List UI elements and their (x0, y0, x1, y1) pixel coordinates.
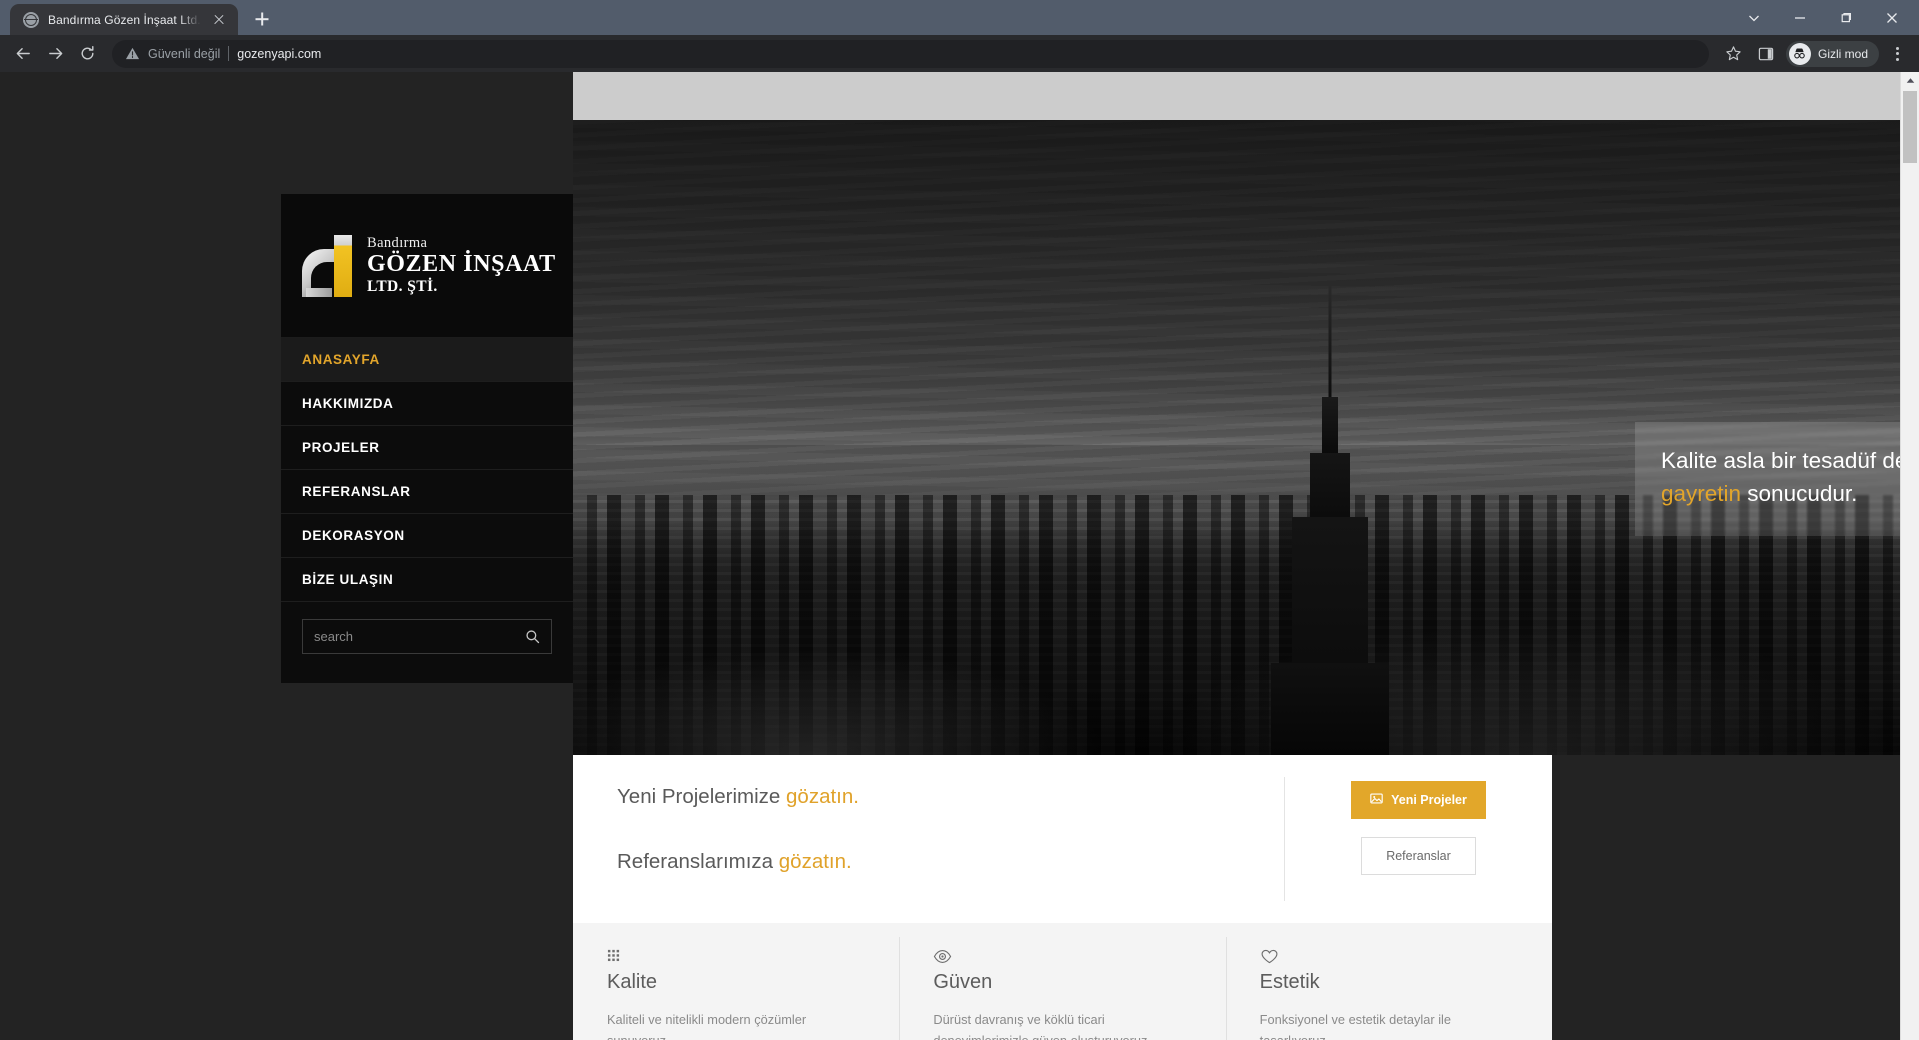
page-scrollbar[interactable] (1900, 72, 1919, 1040)
feature-guven: Güven Dürüst davranış ve köklü ticari de… (899, 937, 1225, 1040)
sidebar-item-hakkimizda[interactable]: HAKKIMIZDA (281, 382, 573, 426)
browser-titlebar: Bandırma Gözen İnşaat Ltd. – Yap (0, 0, 1919, 35)
tab-strip: Bandırma Gözen İnşaat Ltd. – Yap (0, 0, 1731, 35)
minimize-icon[interactable] (1777, 0, 1823, 35)
feature-estetik: Estetik Fonksiyonel ve estetik detaylar … (1225, 937, 1552, 1040)
back-arrow-icon[interactable] (8, 39, 38, 69)
sidebar-item-referanslar[interactable]: REFERANSLAR (281, 470, 573, 514)
cta-button-column: Yeni Projeler Referanslar (1285, 755, 1552, 923)
page-top-strip (573, 72, 1900, 120)
close-icon[interactable] (210, 11, 228, 29)
cta-text-column: Yeni Projelerimize gözatın. Referansları… (573, 755, 1284, 923)
feature-kalite: Kalite Kaliteli ve nitelikli modern çözü… (573, 945, 899, 1040)
tab-title: Bandırma Gözen İnşaat Ltd. – Yap (48, 12, 201, 27)
sidebar-item-projeler[interactable]: PROJELER (281, 426, 573, 470)
search-box[interactable] (302, 619, 552, 654)
site-logo[interactable]: Bandırma GÖZEN İNŞAAT LTD. ŞTİ. (281, 194, 573, 338)
scrollbar-thumb[interactable] (1903, 91, 1917, 163)
logo-line-3: LTD. ŞTİ. (367, 277, 438, 295)
main-navigation: ANASAYFA HAKKIMIZDA PROJELER REFERANSLAR… (281, 338, 573, 602)
hero-caption: Kalite asla bir tesadüf değil, daima akı… (1635, 422, 1900, 537)
empire-state-building-silhouette (1270, 285, 1390, 755)
feature-estetik-title: Estetik (1259, 971, 1320, 993)
feature-kalite-title: Kalite (607, 971, 658, 993)
yeni-projeler-button-label: Yeni Projeler (1391, 793, 1467, 807)
browser-toolbar: Güvenli değil gozenyapi.com Gizli mod (0, 35, 1919, 72)
maximize-icon[interactable] (1823, 0, 1869, 35)
address-bar[interactable]: Güvenli değil gozenyapi.com (112, 39, 1709, 68)
feature-guven-desc: Dürüst davranış ve köklü ticari deneyiml… (933, 1012, 1151, 1040)
sidebar-item-bize-ulasin[interactable]: BİZE ULAŞIN (281, 558, 573, 602)
reload-icon[interactable] (72, 39, 102, 69)
cta-line-references-link[interactable]: gözatın. (779, 850, 852, 873)
cta-line-references-text: Referanslarımıza (617, 850, 779, 873)
window-close-icon[interactable] (1869, 0, 1915, 35)
grid-dots-icon (607, 945, 865, 967)
site-sidebar: Bandırma GÖZEN İNŞAAT LTD. ŞTİ. ANASAYFA… (281, 194, 573, 683)
logo-text: Bandırma GÖZEN İNŞAAT LTD. ŞTİ. (367, 235, 556, 296)
search-icon[interactable] (525, 629, 540, 644)
feature-estetik-desc: Fonksiyonel ve estetik detaylar ile tasa… (1259, 1012, 1451, 1040)
forward-arrow-icon[interactable] (40, 39, 70, 69)
hero-caption-part2: sonucudur. (1741, 481, 1858, 507)
toolbar-right-actions: Gizli mod (1719, 39, 1911, 69)
incognito-avatar-icon (1788, 42, 1811, 65)
kebab-menu-icon[interactable] (1883, 40, 1911, 68)
incognito-indicator[interactable]: Gizli mod (1785, 40, 1879, 67)
url-text: gozenyapi.com (237, 46, 322, 61)
eye-icon (933, 945, 1191, 967)
heart-icon (1260, 945, 1518, 967)
page-viewport: Kalite asla bir tesadüf değil, daima akı… (0, 72, 1919, 1040)
globe-icon (23, 11, 39, 28)
yeni-projeler-button[interactable]: Yeni Projeler (1351, 781, 1486, 819)
logo-line-1: Bandırma (367, 235, 428, 252)
sidebar-item-dekorasyon[interactable]: DEKORASYON (281, 514, 573, 558)
search-input[interactable] (314, 629, 525, 644)
window-controls (1731, 0, 1919, 35)
sidebar-item-anasayfa[interactable]: ANASAYFA (281, 338, 573, 382)
security-status-label: Güvenli değil (148, 46, 221, 61)
sidebar-search (281, 602, 573, 654)
star-icon[interactable] (1719, 39, 1749, 69)
referanslar-button[interactable]: Referanslar (1361, 837, 1476, 875)
cta-line-references: Referanslarımıza gözatın. (617, 850, 1284, 874)
incognito-label: Gizli mod (1817, 46, 1868, 61)
feature-kalite-desc: Kaliteli ve nitelikli modern çözümler su… (607, 1012, 807, 1040)
logo-line-2: GÖZEN İNŞAAT (367, 251, 556, 278)
scroll-up-arrow-icon[interactable] (1901, 72, 1919, 89)
omnibox-divider (228, 46, 230, 61)
cta-line-projects-text: Yeni Projelerimize (617, 785, 787, 808)
building-logo-icon (302, 234, 356, 297)
feature-guven-title: Güven (933, 971, 993, 993)
side-panel-icon[interactable] (1751, 39, 1781, 69)
browser-window: Bandırma Gözen İnşaat Ltd. – Yap (0, 0, 1919, 1040)
hero-caption-part1: Kalite asla bir tesadüf değil, daima (1661, 448, 1900, 473)
features-strip: Kalite Kaliteli ve nitelikli modern çözü… (573, 923, 1552, 1040)
browser-tab[interactable]: Bandırma Gözen İnşaat Ltd. – Yap (10, 4, 238, 35)
image-icon (1370, 792, 1383, 808)
hero-banner: Kalite asla bir tesadüf değil, daima akı… (573, 120, 1900, 755)
chevron-down-icon[interactable] (1731, 0, 1777, 35)
website-page: Kalite asla bir tesadüf değil, daima akı… (0, 72, 1900, 1040)
not-secure-warning-icon[interactable] (125, 46, 140, 61)
cta-line-projects: Yeni Projelerimize gözatın. (617, 785, 1284, 809)
new-tab-button[interactable] (248, 5, 276, 33)
cta-card: Yeni Projelerimize gözatın. Referansları… (573, 755, 1552, 923)
cta-line-projects-link[interactable]: gözatın. (786, 785, 859, 808)
